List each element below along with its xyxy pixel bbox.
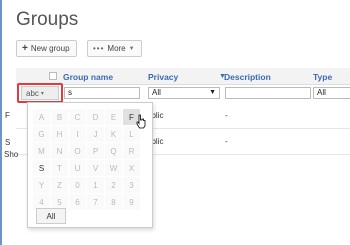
letter-option[interactable]: R — [123, 143, 140, 159]
pagination-text: Sho — [4, 150, 19, 159]
letter-option[interactable]: Q — [105, 143, 122, 159]
letter-option[interactable]: P — [87, 143, 104, 159]
letter-filter-button[interactable]: abc ▾ — [21, 86, 59, 100]
letter-option[interactable]: C — [69, 109, 86, 125]
chevron-down-icon: ▼ — [128, 45, 135, 52]
letter-grid: ABCDEFGHIJKLMNOPQRSTUVWXYZ0123456789 — [33, 109, 140, 210]
letter-option[interactable]: 7 — [87, 194, 104, 210]
letter-option[interactable]: 2 — [105, 177, 122, 193]
column-header-group-name[interactable]: Group name — [63, 72, 113, 82]
more-button[interactable]: ••• More ▼ — [87, 40, 142, 57]
letter-option[interactable]: K — [105, 126, 122, 142]
column-header-privacy[interactable]: Privacy — [148, 72, 178, 82]
letter-option[interactable]: W — [105, 160, 122, 176]
letter-option[interactable]: M — [33, 143, 50, 159]
description-cell: - — [225, 137, 228, 146]
letter-option[interactable]: I — [69, 126, 86, 142]
letter-option[interactable]: 0 — [69, 177, 86, 193]
letter-option[interactable]: V — [87, 160, 104, 176]
letter-option[interactable]: J — [87, 126, 104, 142]
letter-option[interactable]: S — [33, 160, 50, 176]
chevron-down-icon: ▾ — [40, 90, 44, 97]
letter-option[interactable]: B — [51, 109, 68, 125]
letter-option[interactable]: X — [123, 160, 140, 176]
letter-option[interactable]: 6 — [69, 194, 86, 210]
select-all-checkbox[interactable] — [49, 72, 57, 80]
letter-option[interactable]: Y — [33, 177, 50, 193]
letter-option[interactable]: G — [33, 126, 50, 142]
hand-cursor-icon — [136, 114, 146, 129]
new-group-button[interactable]: + New group — [16, 40, 77, 57]
letter-option[interactable]: E — [105, 109, 122, 125]
page-title: Groups — [16, 9, 79, 30]
letter-option[interactable]: U — [69, 160, 86, 176]
abc-label: abc — [26, 88, 39, 98]
more-dots-icon: ••• — [93, 44, 105, 53]
row-name-fragment: F — [5, 111, 10, 120]
letter-option[interactable]: T — [51, 160, 68, 176]
all-letters-button[interactable]: All — [36, 208, 66, 224]
letter-option[interactable]: Z — [51, 177, 68, 193]
letter-option[interactable]: 8 — [105, 194, 122, 210]
type-filter-select[interactable]: All — [313, 87, 350, 99]
chevron-down-icon: ▼ — [209, 89, 216, 96]
letter-option[interactable]: 9 — [123, 194, 140, 210]
plus-icon: + — [22, 42, 28, 54]
type-filter-value: All — [317, 88, 326, 97]
letter-option[interactable]: O — [69, 143, 86, 159]
description-cell: - — [225, 111, 228, 120]
new-group-label: New group — [30, 44, 70, 53]
row-name-fragment: S — [5, 138, 11, 147]
left-accent-stripe — [0, 0, 2, 245]
column-header-type[interactable]: Type — [313, 72, 332, 82]
letter-option[interactable]: 1 — [87, 177, 104, 193]
letter-option[interactable]: A — [33, 109, 50, 125]
letter-option[interactable]: D — [87, 109, 104, 125]
privacy-filter-select[interactable]: All ▼ — [148, 87, 220, 99]
letter-option[interactable]: H — [51, 126, 68, 142]
table-header: Group name Privacy ▼ Description Type — [16, 68, 350, 85]
more-label: More — [107, 44, 126, 53]
column-header-description[interactable]: Description — [224, 72, 271, 82]
privacy-filter-value: All — [152, 88, 161, 97]
description-filter-input[interactable] — [225, 87, 311, 99]
letter-option[interactable]: 3 — [123, 177, 140, 193]
letter-option[interactable]: N — [51, 143, 68, 159]
group-name-filter-input[interactable]: s — [64, 87, 140, 99]
